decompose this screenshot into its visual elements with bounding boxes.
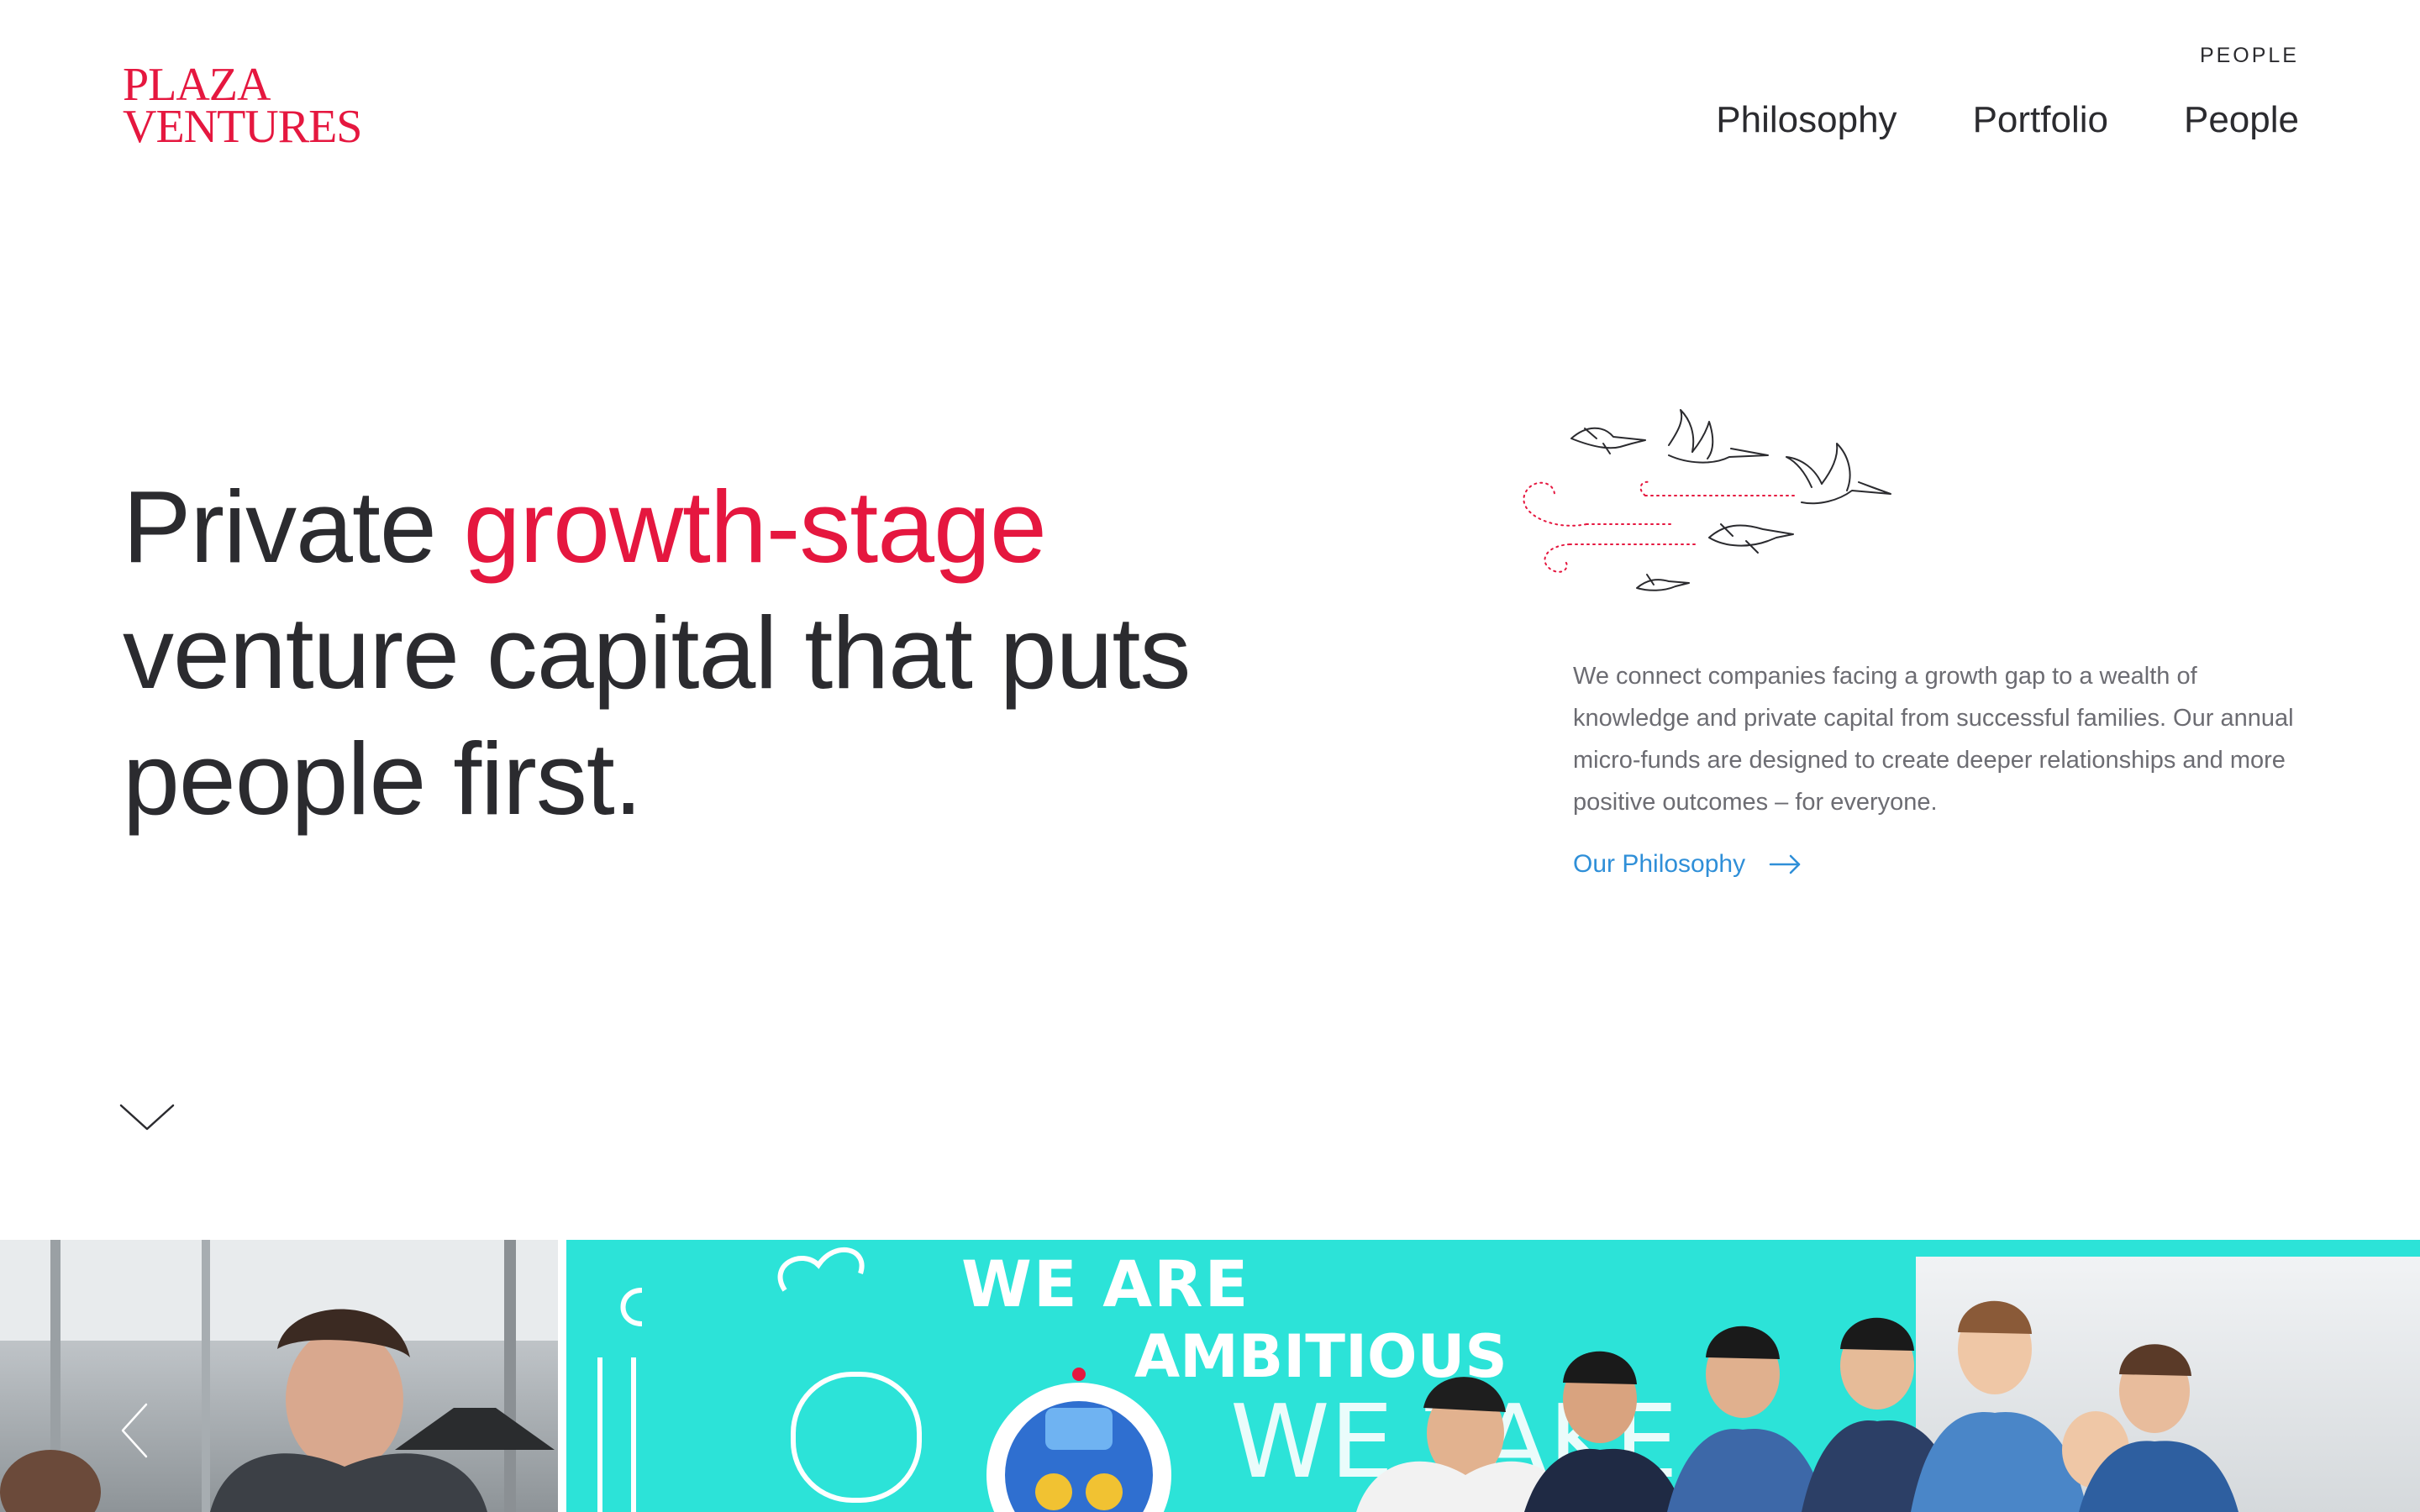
team-photo-main: WE ARE AMBITIOUS WE TAKE [566, 1240, 2420, 1512]
headline-line-2: venture capital that puts [123, 596, 1191, 710]
logo-line-ventures: VENTURES [123, 101, 362, 153]
hero-headline: Private growth-stage venture capital tha… [123, 464, 1383, 842]
nav-item-portfolio[interactable]: Portfolio [1973, 99, 2108, 141]
nav-item-people[interactable]: People [2184, 99, 2299, 141]
office-scene-image [0, 1240, 558, 1512]
main-nav: Philosophy Portfolio People [1716, 99, 2299, 141]
nav-item-philosophy[interactable]: Philosophy [1716, 99, 1897, 141]
chevron-down-icon[interactable] [118, 1100, 176, 1134]
team-photo-left [0, 1240, 558, 1512]
team-photo-carousel: WE ARE AMBITIOUS WE TAKE [0, 1240, 2420, 1512]
chevron-left-icon[interactable] [118, 1401, 151, 1460]
our-philosophy-link[interactable]: Our Philosophy [1573, 850, 1802, 879]
headline-accent: growth-stage [463, 470, 1047, 584]
logo[interactable]: PLAZA VENTURES [123, 59, 362, 153]
our-philosophy-label: Our Philosophy [1573, 850, 1746, 878]
arrow-right-icon [1769, 854, 1801, 874]
section-label: PEOPLE [2199, 44, 2299, 67]
flying-birds-icon [1523, 409, 1891, 591]
headline-line-3: people first. [123, 722, 643, 836]
intro-paragraph: We connect companies facing a growth gap… [1573, 663, 2294, 816]
logo-line-plaza: PLAZA [123, 59, 271, 111]
team-group-image [597, 1247, 2238, 1512]
headline-start: Private [123, 470, 464, 584]
